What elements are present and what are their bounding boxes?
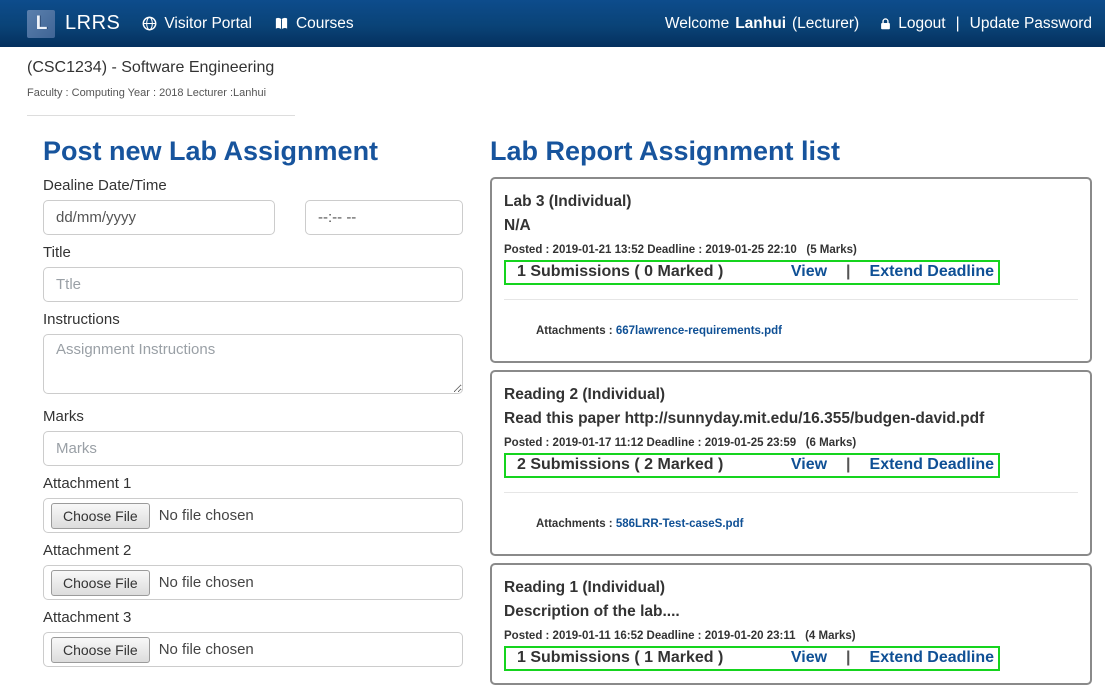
assignment-list: Lab Report Assignment list Lab 3 (Indivi… <box>490 120 1092 692</box>
logout-link[interactable]: Logout <box>879 15 945 33</box>
logout-label: Logout <box>898 15 945 33</box>
link-separator: | <box>846 263 850 281</box>
brand[interactable]: L LRRS <box>27 10 120 38</box>
book-icon <box>274 16 289 31</box>
assignment-card: Lab 3 (Individual) N/A Posted : 2019-01-… <box>490 177 1092 363</box>
instructions-label: Instructions <box>43 311 463 328</box>
attachment-2-label: Attachment 2 <box>43 542 463 559</box>
nav-item-courses[interactable]: Courses <box>274 15 354 33</box>
attachment-1-file-input[interactable]: Choose File No file chosen <box>43 498 463 533</box>
attachment-file-link[interactable]: 667lawrence-requirements.pdf <box>616 325 782 337</box>
view-link[interactable]: View <box>791 649 827 667</box>
title-input[interactable] <box>43 267 463 302</box>
marks-label: Marks <box>43 408 463 425</box>
update-password-link[interactable]: Update Password <box>970 15 1092 33</box>
link-separator: | <box>846 456 850 474</box>
assignment-posted-info: Posted : 2019-01-17 11:12 Deadline : 201… <box>504 437 1078 449</box>
view-link[interactable]: View <box>791 263 827 281</box>
submissions-box: 1 Submissions ( 0 Marked ) View | Extend… <box>504 260 1000 285</box>
assignment-posted-info: Posted : 2019-01-11 16:52 Deadline : 201… <box>504 630 1078 642</box>
globe-icon <box>142 16 157 31</box>
assignment-posted-info: Posted : 2019-01-21 13:52 Deadline : 201… <box>504 244 1078 256</box>
post-assignment-form: Post new Lab Assignment Dealine Date/Tim… <box>43 120 463 692</box>
welcome-prefix: Welcome <box>665 15 729 33</box>
submissions-box: 2 Submissions ( 2 Marked ) View | Extend… <box>504 453 1000 478</box>
choose-file-button[interactable]: Choose File <box>51 503 150 529</box>
file-status: No file chosen <box>159 574 254 591</box>
card-divider <box>504 492 1078 493</box>
assignment-description: Read this paper http://sunnyday.mit.edu/… <box>504 407 1078 431</box>
extend-deadline-link[interactable]: Extend Deadline <box>870 649 994 667</box>
submissions-count: 1 Submissions ( 0 Marked ) <box>517 263 723 281</box>
navbar-right: Welcome Lanhui (Lecturer) Logout | Updat… <box>665 15 1092 33</box>
list-heading: Lab Report Assignment list <box>490 136 1092 167</box>
page-content: (CSC1234) - Software Engineering Faculty… <box>0 47 1105 692</box>
deadline-label: Dealine Date/Time <box>43 177 463 194</box>
submissions-count: 1 Submissions ( 1 Marked ) <box>517 649 723 667</box>
form-heading: Post new Lab Assignment <box>43 136 463 167</box>
view-link[interactable]: View <box>791 456 827 474</box>
nav-item-label: Visitor Portal <box>164 15 252 33</box>
deadline-date-input[interactable] <box>43 200 275 235</box>
welcome-text: Welcome Lanhui (Lecturer) <box>665 15 859 33</box>
attachments-label: Attachments : <box>536 518 616 530</box>
link-separator: | <box>846 649 850 667</box>
nav-item-visitor-portal[interactable]: Visitor Portal <box>142 15 252 33</box>
extend-deadline-link[interactable]: Extend Deadline <box>870 263 994 281</box>
submissions-count: 2 Submissions ( 2 Marked ) <box>517 456 723 474</box>
assignment-description: N/A <box>504 214 1078 238</box>
attachment-3-label: Attachment 3 <box>43 609 463 626</box>
choose-file-button[interactable]: Choose File <box>51 570 150 596</box>
lock-icon <box>879 17 892 31</box>
nav-separator: | <box>956 15 960 33</box>
assignment-title: Reading 2 (Individual) <box>504 383 1078 407</box>
lrrs-logo-icon: L <box>27 10 55 38</box>
attachment-1-label: Attachment 1 <box>43 475 463 492</box>
attachment-3-file-input[interactable]: Choose File No file chosen <box>43 632 463 667</box>
choose-file-button[interactable]: Choose File <box>51 637 150 663</box>
course-meta: Faculty : Computing Year : 2018 Lecturer… <box>27 87 1092 99</box>
course-divider <box>27 115 295 116</box>
extend-deadline-link[interactable]: Extend Deadline <box>870 456 994 474</box>
user-role: (Lecturer) <box>792 15 859 33</box>
attachment-2-file-input[interactable]: Choose File No file chosen <box>43 565 463 600</box>
assignment-title: Lab 3 (Individual) <box>504 190 1078 214</box>
deadline-time-input[interactable] <box>305 200 463 235</box>
instructions-textarea[interactable] <box>43 334 463 394</box>
file-status: No file chosen <box>159 641 254 658</box>
marks-input[interactable] <box>43 431 463 466</box>
course-title: (CSC1234) - Software Engineering <box>27 59 1092 77</box>
card-divider <box>504 299 1078 300</box>
title-label: Title <box>43 244 463 261</box>
assignment-card: Reading 2 (Individual) Read this paper h… <box>490 370 1092 556</box>
assignment-card: Reading 1 (Individual) Description of th… <box>490 563 1092 685</box>
top-navbar: L LRRS Visitor Portal Courses Welcome La… <box>0 0 1105 47</box>
attachment-file-link[interactable]: 586LRR-Test-caseS.pdf <box>616 518 744 530</box>
assignment-title: Reading 1 (Individual) <box>504 576 1078 600</box>
assignment-description: Description of the lab.... <box>504 600 1078 624</box>
nav-item-label: Courses <box>296 15 354 33</box>
username: Lanhui <box>735 15 786 33</box>
submissions-box: 1 Submissions ( 1 Marked ) View | Extend… <box>504 646 1000 671</box>
brand-label: LRRS <box>65 12 120 35</box>
attachments-label: Attachments : <box>536 325 616 337</box>
file-status: No file chosen <box>159 507 254 524</box>
